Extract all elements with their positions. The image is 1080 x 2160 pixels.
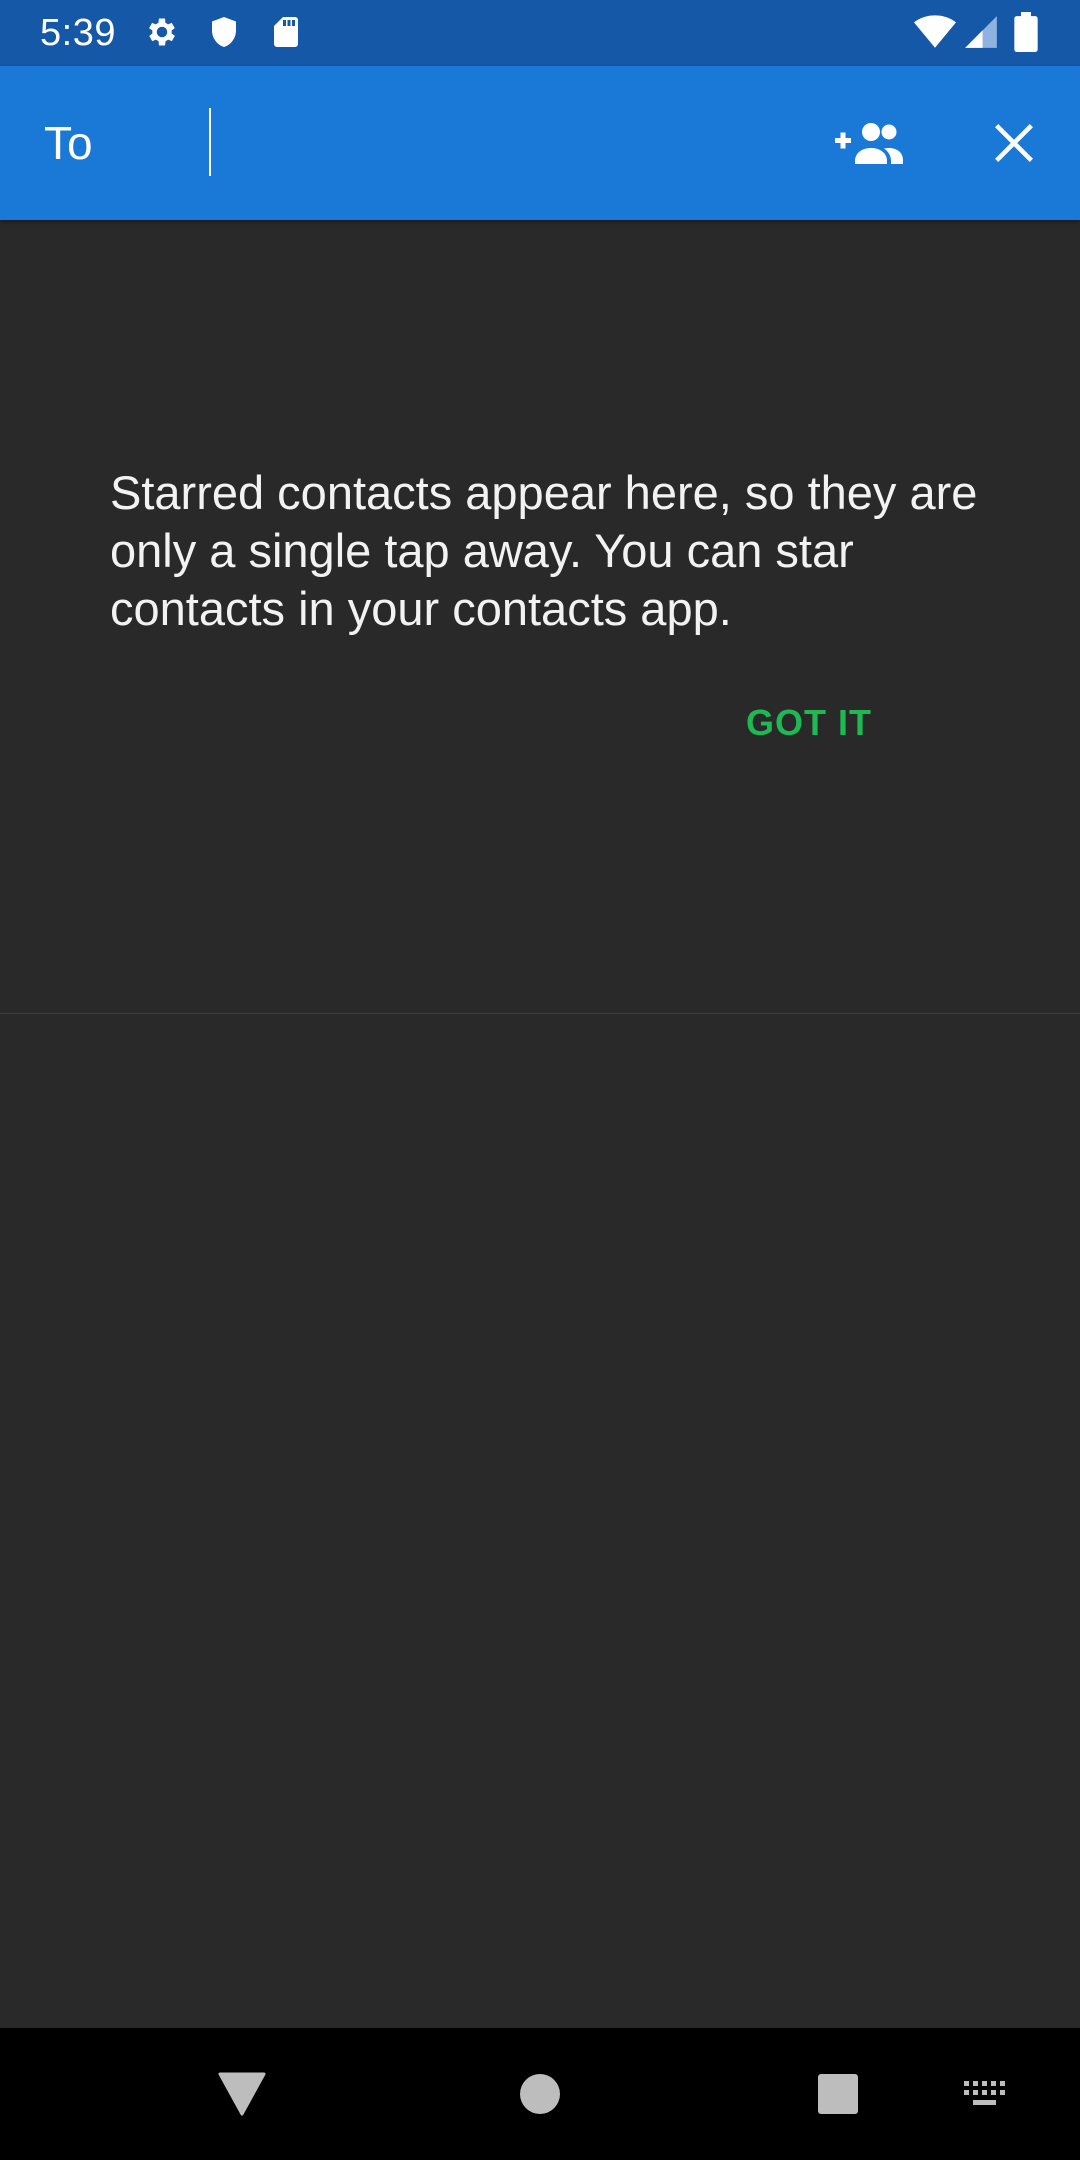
got-it-button[interactable]: GOT IT [718, 694, 900, 752]
status-time: 5:39 [40, 12, 116, 54]
back-icon [218, 2072, 266, 2116]
to-label: To [44, 117, 93, 169]
sd-card-icon [268, 14, 304, 50]
navigation-bar [0, 2028, 1080, 2160]
close-button[interactable] [966, 95, 1062, 191]
home-icon [520, 2074, 560, 2114]
keyboard-icon [964, 2081, 1005, 2105]
recipient-app-bar: To [0, 66, 1080, 220]
shield-icon [206, 14, 242, 50]
signal-icon [962, 13, 1000, 51]
divider [0, 1013, 1080, 1014]
starred-contacts-hint: Starred contacts appear here, so they ar… [110, 466, 978, 635]
battery-icon [1012, 12, 1040, 52]
recents-icon [818, 2074, 858, 2114]
settings-icon [144, 14, 180, 50]
recipient-input[interactable] [208, 106, 788, 180]
add-group-button[interactable] [822, 95, 918, 191]
wifi-icon [914, 13, 956, 51]
status-bar: 5:39 [0, 0, 1080, 66]
back-button[interactable] [202, 2054, 282, 2134]
close-icon [995, 124, 1033, 162]
compose-screen: 5:39 To Starred contacts appear here, so… [0, 0, 1080, 2160]
add-group-icon [835, 123, 903, 164]
keyboard-switch-button[interactable] [946, 2054, 1026, 2134]
recents-button[interactable] [798, 2054, 878, 2134]
home-button[interactable] [500, 2054, 580, 2134]
text-cursor [209, 108, 211, 176]
